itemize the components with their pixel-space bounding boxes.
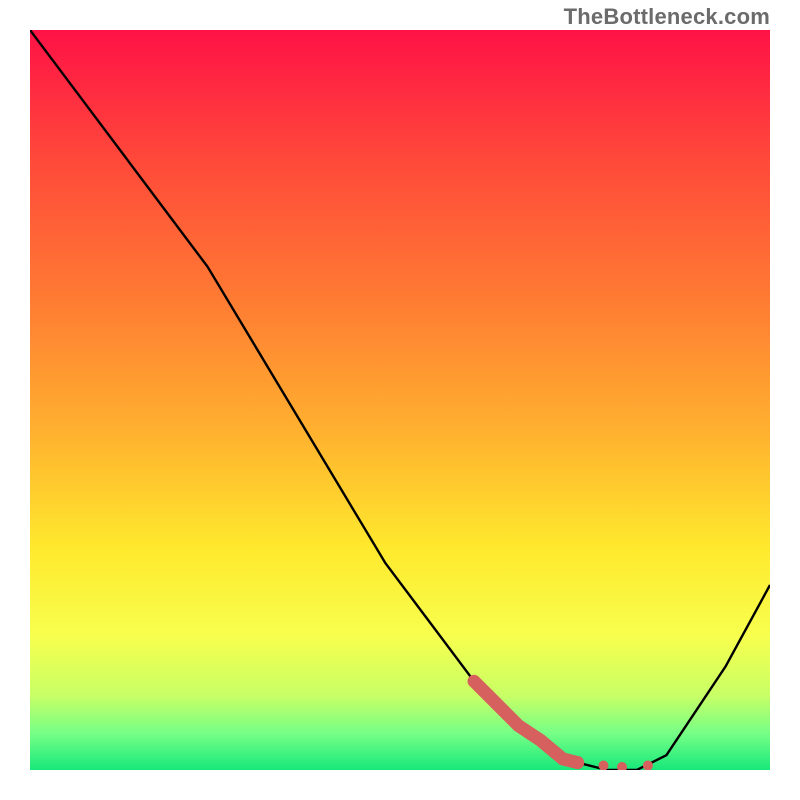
chart-container: TheBottleneck.com	[0, 0, 800, 800]
watermark-text: TheBottleneck.com	[564, 4, 770, 30]
gradient-background	[30, 30, 770, 770]
plot-area	[30, 30, 770, 770]
highlight-dot	[571, 756, 584, 769]
chart-svg	[30, 30, 770, 770]
